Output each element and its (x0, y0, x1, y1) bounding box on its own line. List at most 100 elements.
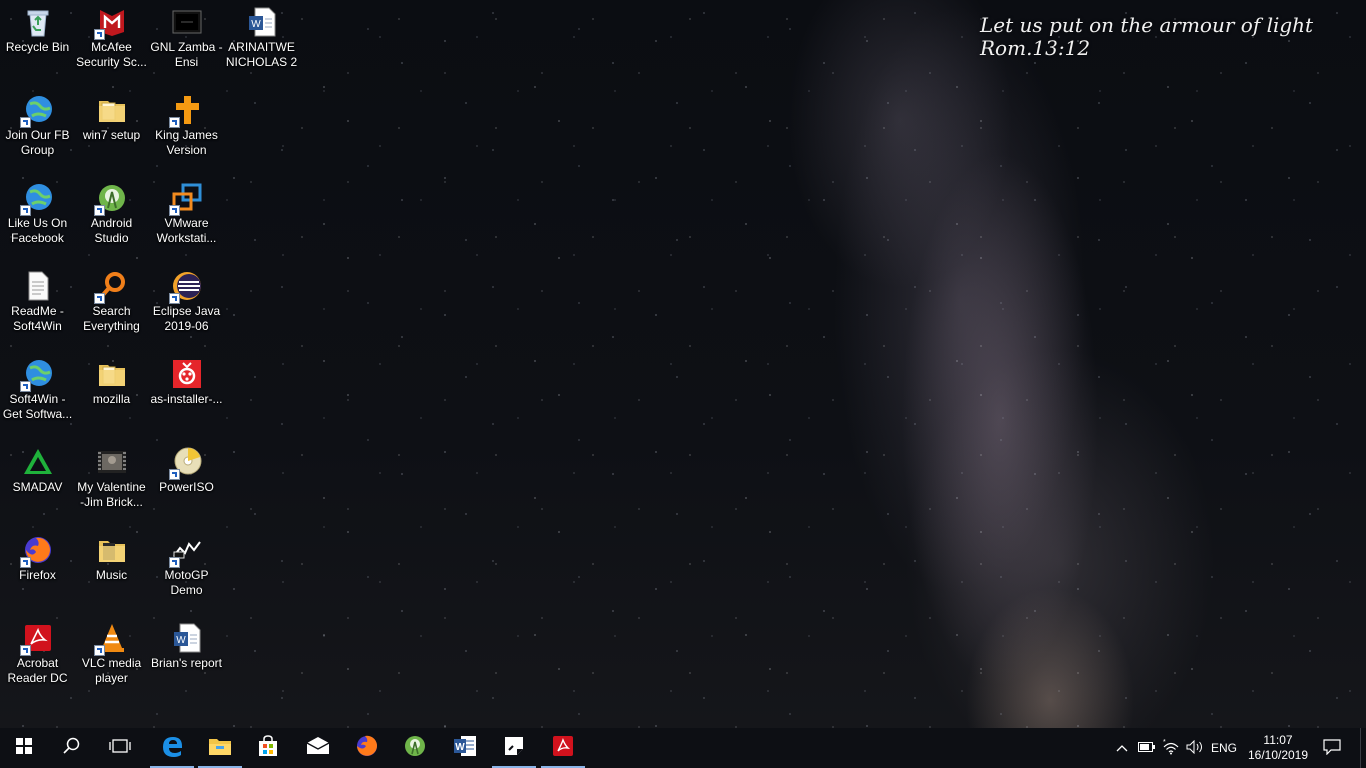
windows-logo-icon (16, 737, 32, 759)
word-button[interactable]: W (441, 728, 489, 768)
battery-button[interactable] (1136, 728, 1158, 768)
shortcut-arrow-icon (19, 645, 31, 656)
desktop-icon-gnl-zamba[interactable]: GNL Zamba - Ensi (149, 0, 224, 86)
desktop-icon-label: Join Our FB Group (5, 128, 70, 157)
desktop-icon-arinaitwe-nicholas[interactable]: W ARINAITWE NICHOLAS 2 (224, 0, 299, 86)
mcafee-icon (93, 6, 128, 40)
desktop-icon-label: McAfee Security Sc... (76, 40, 147, 69)
desktop-icon-search-everything[interactable]: Search Everything (74, 264, 149, 350)
video-file-icon (171, 6, 203, 38)
desktop-icon-music[interactable]: Music (74, 528, 149, 614)
acrobat-button[interactable] (539, 728, 587, 768)
desktop-icon-android-studio[interactable]: Android Studio (74, 176, 149, 262)
folder-icon (96, 358, 128, 390)
desktop-icon-label: Music (95, 568, 128, 582)
desktop-icon-label: Firefox (19, 568, 56, 582)
shortcut-arrow-icon (168, 557, 180, 568)
desktop-icon-eclipse[interactable]: Eclipse Java 2019-06 (149, 264, 224, 350)
desktop-icon-label: as-installer-... (150, 392, 223, 406)
battery-icon (1138, 741, 1156, 755)
desktop-icon-label: Acrobat Reader DC (7, 656, 68, 685)
file-explorer-button[interactable] (196, 728, 244, 768)
desktop-icon-label: Search Everything (83, 304, 140, 333)
word-document-icon: W (246, 6, 278, 38)
show-hidden-icons-button[interactable] (1112, 728, 1132, 768)
desktop-icon-label: Brian's report (151, 656, 222, 670)
firefox-button[interactable] (343, 728, 391, 768)
desktop-icon-acrobat-reader[interactable]: Acrobat Reader DC (0, 616, 75, 702)
start-button[interactable] (0, 728, 48, 768)
svg-text:W: W (176, 635, 186, 646)
word-document-icon: W (171, 622, 203, 654)
internet-shortcut-icon (19, 358, 54, 392)
poweriso-icon (168, 446, 203, 480)
desktop-icon-label: mozilla (92, 392, 131, 406)
edge-button[interactable] (148, 728, 196, 768)
vlc-icon (93, 622, 128, 656)
cross-icon (168, 94, 203, 128)
wifi-icon: * (1162, 739, 1180, 758)
desktop-icon-label: My Valentine -Jim Brick... (77, 480, 146, 509)
desktop-icon-brians-report[interactable]: W Brian's report (149, 616, 224, 702)
input-language-button[interactable]: ENG (1208, 728, 1240, 768)
desktop-icon-join-fb-group[interactable]: Join Our FB Group (0, 88, 75, 174)
eclipse-icon (168, 270, 203, 304)
firefox-icon (355, 734, 379, 763)
clock: 11:07 16/10/2019 (1248, 733, 1308, 763)
desktop-icon-win7-setup[interactable]: win7 setup (74, 88, 149, 174)
desktop-icon-readme-soft4win[interactable]: ReadMe - Soft4Win (0, 264, 75, 350)
desktop-icon-label: ARINAITWE NICHOLAS 2 (225, 40, 298, 69)
shortcut-arrow-icon (93, 205, 105, 216)
desktop-icon-label: VLC media player (81, 656, 142, 685)
desktop-icon-recycle-bin[interactable]: Recycle Bin (0, 0, 75, 86)
desktop-icon-mozilla[interactable]: mozilla (74, 352, 149, 438)
desktop-icon-vmware[interactable]: VMware Workstati... (149, 176, 224, 262)
clock-button[interactable]: 11:07 16/10/2019 (1244, 728, 1312, 768)
acrobat-icon (552, 735, 574, 762)
desktop-icon-king-james-version[interactable]: King James Version (149, 88, 224, 174)
notifications-icon (1323, 738, 1341, 758)
desktop-icon-my-valentine[interactable]: My Valentine -Jim Brick... (74, 440, 149, 526)
task-view-button[interactable] (96, 728, 144, 768)
desktop-icon-label: Eclipse Java 2019-06 (152, 304, 221, 333)
clock-time: 11:07 (1263, 733, 1293, 747)
action-center-button[interactable] (1316, 728, 1348, 768)
search-button[interactable] (48, 728, 96, 768)
desktop-icon-as-installer[interactable]: as-installer-... (149, 352, 224, 438)
desktop-icon-smadav[interactable]: SMADAV (0, 440, 75, 526)
desktop-icon-vlc[interactable]: VLC media player (74, 616, 149, 702)
shortcut-arrow-icon (19, 205, 31, 216)
svg-text:*: * (1163, 739, 1166, 746)
sticky-notes-icon (504, 736, 524, 761)
shortcut-arrow-icon (19, 557, 31, 568)
sticky-notes-button[interactable] (490, 728, 538, 768)
internet-shortcut-icon (19, 94, 54, 128)
network-button[interactable]: * (1160, 728, 1182, 768)
svg-text:W: W (455, 742, 465, 753)
desktop-icon-mcafee[interactable]: McAfee Security Sc... (74, 0, 149, 86)
volume-button[interactable] (1184, 728, 1206, 768)
desktop-icon-like-us-facebook[interactable]: Like Us On Facebook (0, 176, 75, 262)
desktop-icon-soft4win-get-software[interactable]: Soft4Win - Get Softwa... (0, 352, 75, 438)
shortcut-arrow-icon (93, 293, 105, 304)
shortcut-arrow-icon (168, 205, 180, 216)
desktop-icon-motogp-demo[interactable]: MotoGP Demo (149, 528, 224, 614)
desktop-icon-label: SMADAV (12, 480, 63, 494)
mail-button[interactable] (294, 728, 342, 768)
desktop-icon-poweriso[interactable]: PowerISO (149, 440, 224, 526)
folder-icon (96, 94, 128, 126)
store-button[interactable] (244, 728, 292, 768)
word-icon: W (453, 734, 477, 763)
android-studio-button[interactable] (391, 728, 439, 768)
show-desktop-button[interactable] (1360, 728, 1366, 768)
desktop-icon-label: Android Studio (90, 216, 133, 245)
desktop-icon-firefox[interactable]: Firefox (0, 528, 75, 614)
desktop-icon-label: MotoGP Demo (164, 568, 209, 597)
folder-icon (96, 534, 128, 566)
wallpaper-verse: Let us put on the armour of light Rom.13… (980, 14, 1313, 60)
clock-date: 16/10/2019 (1247, 748, 1309, 762)
shortcut-arrow-icon (19, 381, 31, 392)
installer-icon (171, 358, 203, 390)
chevron-up-icon (1116, 741, 1128, 755)
taskbar: W * ENG 11:07 16/10/2019 (0, 728, 1366, 768)
